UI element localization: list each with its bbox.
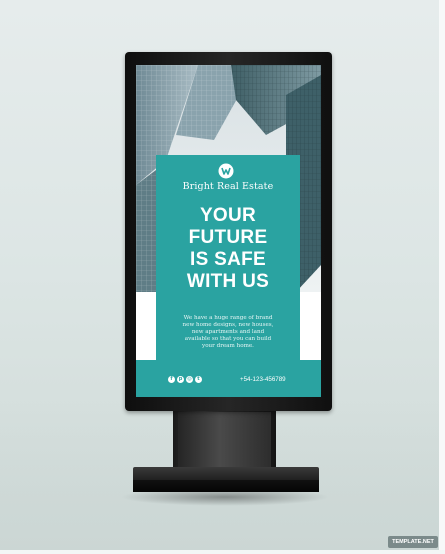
headline: YOUR FUTURE IS SAFE WITH US	[156, 205, 300, 293]
stand-neck-highlight	[178, 412, 271, 468]
phone-number: +54-123-456789	[240, 376, 286, 383]
headline-line: IS SAFE	[189, 249, 266, 270]
stand-base	[133, 480, 319, 492]
headline-line: WITH US	[186, 271, 270, 292]
body-line: new home designs, new houses,	[182, 322, 274, 328]
bottom-border	[0, 550, 445, 554]
kiosk-screen: Bright Real Estate YOUR FUTURE IS SAFE W…	[136, 65, 321, 397]
body-line: your dream home.	[202, 343, 254, 349]
twitter-icon[interactable]: t	[195, 376, 202, 383]
body-line: We have a huge range of brand	[183, 315, 273, 321]
brand-logo-icon	[218, 163, 234, 179]
headline-line: FUTURE	[188, 227, 268, 248]
body-line: available so that you can build	[184, 336, 272, 342]
social-icons: f p ◎ t	[168, 376, 202, 384]
right-border	[439, 0, 445, 554]
instagram-icon[interactable]: ◎	[186, 376, 193, 383]
brand-name: Bright Real Estate	[182, 181, 274, 192]
pinterest-icon[interactable]: p	[177, 376, 184, 383]
body-line: new apartments and land	[191, 329, 265, 335]
stand-base-top	[133, 467, 319, 481]
watermark-badge: TEMPLATE.NET	[388, 536, 438, 548]
facebook-icon[interactable]: f	[168, 376, 175, 383]
body-text: We have a huge range of brand new home d…	[174, 315, 282, 350]
headline-line: YOUR	[199, 205, 257, 226]
